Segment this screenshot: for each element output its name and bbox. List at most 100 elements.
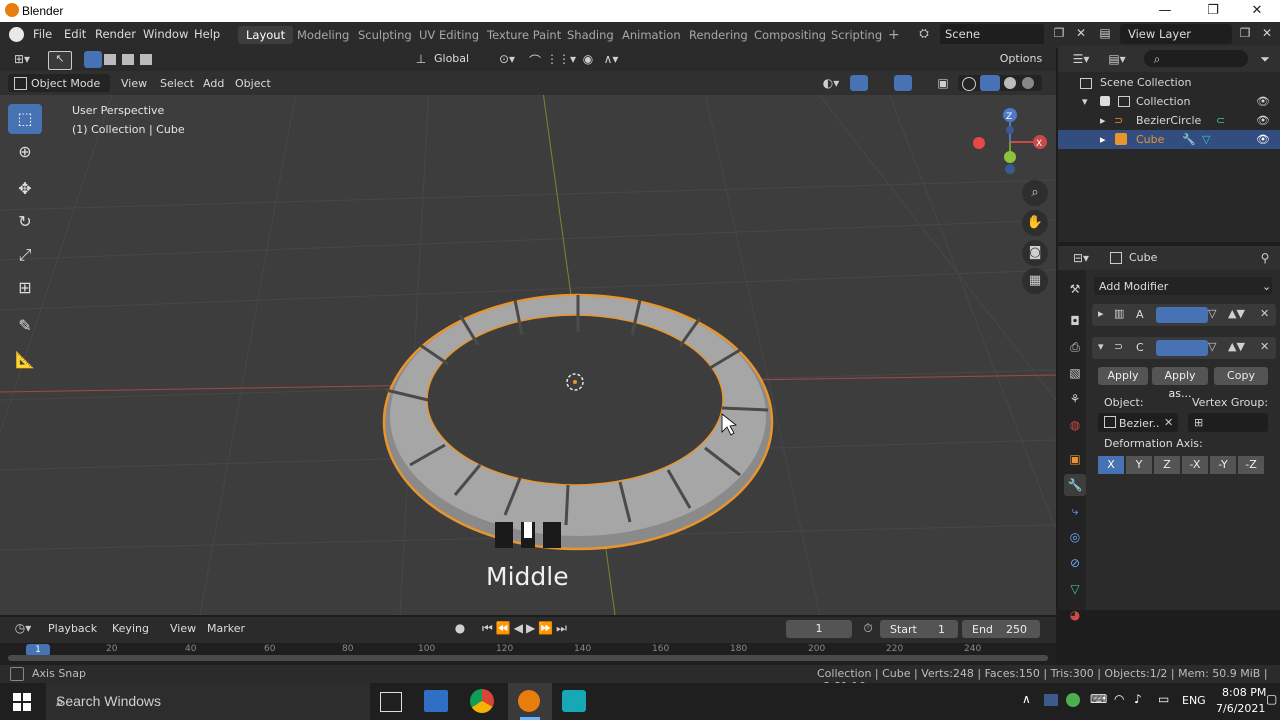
eye-icon[interactable]: 👁 [1256, 130, 1270, 149]
add-workspace-button[interactable]: + [880, 26, 908, 44]
select-extend-icon[interactable] [104, 54, 116, 65]
language-indicator[interactable]: ENG [1182, 694, 1206, 707]
menu-object[interactable]: Object [235, 77, 271, 90]
outliner-row-collection[interactable]: ▾ Collection 👁 [1058, 92, 1280, 111]
modifier-curve-header[interactable]: ▾ ⊃ C ▽ ▲▼ ✕ [1092, 337, 1276, 359]
visibility-icon[interactable]: ◐▾ [818, 76, 844, 90]
pan-hand-icon[interactable]: ✋ [1022, 210, 1048, 236]
zoom-icon[interactable]: ⌕ [1022, 180, 1048, 206]
tool-tab-icon[interactable]: ⚒ [1064, 278, 1086, 300]
select-tool-icon[interactable]: ↖ [48, 51, 72, 70]
remove-modifier-icon[interactable]: ✕ [1260, 340, 1269, 353]
wifi-icon[interactable]: ◠ [1114, 692, 1124, 706]
outliner-editor-icon[interactable]: ☰▾ [1068, 52, 1094, 66]
physics-tab-icon[interactable]: ◎ [1064, 526, 1086, 548]
select-subtract-icon[interactable] [122, 54, 134, 65]
pin-icon[interactable]: ⚲ [1258, 251, 1272, 265]
camera-view-icon[interactable]: ◙ [1022, 240, 1048, 266]
collapse-arrow-icon[interactable]: ▾ [1098, 340, 1104, 353]
3d-viewport[interactable]: Z X User Perspective (1) Collection | Cu… [0, 70, 1056, 615]
snap-target-icon[interactable]: ⋮⋮▾ [546, 52, 576, 66]
tab-animation[interactable]: Animation [614, 26, 689, 44]
object-tab-icon[interactable]: ▣ [1064, 448, 1086, 470]
apply-button[interactable]: Apply [1098, 367, 1148, 385]
render-tab-icon[interactable]: ◘ [1064, 310, 1086, 332]
orientation-dropdown[interactable]: Global [428, 50, 490, 68]
expand-arrow-icon[interactable]: ▸ [1098, 307, 1104, 320]
overlay-toggle-icon[interactable] [894, 75, 912, 91]
annotate-tool-icon[interactable]: ✎ [8, 311, 42, 341]
tray-status-icon[interactable] [1066, 693, 1080, 707]
move-up-icon[interactable]: ▲▼ [1228, 307, 1245, 320]
world-tab-icon[interactable]: ◍ [1064, 414, 1086, 436]
menu-view[interactable]: View [121, 77, 147, 90]
outliner-row-cube[interactable]: ▸ Cube 🔧 ▽ 👁 [1058, 130, 1280, 149]
navigation-gizmo[interactable]: Z X [973, 108, 1047, 174]
eye-icon[interactable]: 👁 [1256, 111, 1270, 130]
particles-tab-icon[interactable]: ⤷ [1064, 500, 1086, 522]
modifier-tab-icon[interactable]: 🔧 [1064, 474, 1086, 496]
editor-type-icon[interactable]: ⊞▾ [10, 52, 34, 66]
view-layer-tab-icon[interactable]: ▧ [1064, 362, 1086, 384]
timeline-editor-icon[interactable]: ◷▾ [10, 621, 36, 635]
filter-icon[interactable]: ⏷ [1256, 52, 1274, 67]
tray-app-icon[interactable] [1044, 694, 1058, 706]
modifier-visibility-toggles[interactable] [1156, 340, 1208, 356]
output-tab-icon[interactable]: ⎙ [1064, 336, 1086, 358]
tray-overflow-icon[interactable]: ∧ [1022, 692, 1031, 706]
options-dropdown[interactable]: Options [990, 50, 1052, 68]
tab-layout[interactable]: Layout [238, 26, 294, 44]
cage-icon[interactable]: ▽ [1208, 307, 1216, 320]
axis-neg-z-button[interactable]: -Z [1238, 456, 1264, 474]
outlook-app-icon[interactable] [424, 690, 448, 712]
stopwatch-icon[interactable]: ⏱ [860, 621, 876, 636]
material-shading-icon[interactable] [1004, 77, 1016, 89]
menu-timeline-view[interactable]: View [170, 622, 196, 635]
measure-tool-icon[interactable]: 📐 [8, 345, 42, 375]
outliner-row-scene-collection[interactable]: Scene Collection [1058, 73, 1280, 92]
scene-tab-icon[interactable]: ⚘ [1064, 388, 1086, 410]
ime-icon[interactable]: ⌨ [1090, 692, 1107, 706]
remove-modifier-icon[interactable]: ✕ [1260, 307, 1269, 320]
delete-scene-icon[interactable]: ✕ [1072, 26, 1090, 40]
axis-y-button[interactable]: Y [1126, 456, 1152, 474]
record-icon[interactable]: ● [452, 621, 468, 635]
axis-neg-x-button[interactable]: -X [1182, 456, 1208, 474]
delete-view-layer-icon[interactable]: ✕ [1258, 26, 1276, 40]
tab-modeling[interactable]: Modeling [289, 26, 357, 44]
copy-button[interactable]: Copy [1214, 367, 1268, 385]
chrome-app-icon[interactable] [470, 689, 494, 713]
transform-tool-icon[interactable]: ⊞ [8, 273, 42, 303]
material-tab-icon[interactable]: ◕ [1064, 604, 1086, 626]
modifier-array-header[interactable]: ▸ ▥ A ▽ ▲▼ ✕ [1092, 304, 1276, 326]
menu-render[interactable]: Render [95, 27, 136, 41]
new-view-layer-icon[interactable]: ❐ [1236, 26, 1254, 40]
select-new-icon[interactable] [84, 51, 102, 68]
expand-arrow-icon[interactable]: ▸ [1100, 130, 1106, 149]
modifier-visibility-toggles[interactable] [1156, 307, 1208, 323]
menu-add[interactable]: Add [203, 77, 224, 90]
xray-toggle-icon[interactable]: ▣ [934, 76, 952, 90]
menu-select[interactable]: Select [160, 77, 194, 90]
axis-x-button[interactable]: X [1098, 456, 1124, 474]
tab-compositing[interactable]: Compositing [746, 26, 834, 44]
restore-button[interactable]: ❐ [1190, 0, 1236, 22]
windows-start-icon[interactable] [13, 693, 31, 711]
scale-tool-icon[interactable]: ⤢ [8, 240, 42, 270]
proportional-editing-icon[interactable]: ◉ [580, 52, 596, 66]
solid-shading-icon[interactable] [980, 75, 1000, 91]
screen-recorder-app-icon[interactable] [562, 690, 586, 712]
tab-uv-editing[interactable]: UV Editing [411, 26, 487, 44]
checkbox-icon[interactable] [1100, 96, 1110, 106]
apply-as-button[interactable]: Apply as... [1152, 367, 1208, 400]
expand-arrow-icon[interactable]: ▸ [1100, 111, 1106, 130]
select-box-tool-icon[interactable]: ⬚ [8, 104, 42, 134]
selection-mode-buttons[interactable] [84, 51, 172, 68]
properties-editor-icon[interactable]: ⊟▾ [1068, 251, 1094, 265]
minimize-button[interactable]: — [1142, 0, 1188, 22]
menu-playback[interactable]: Playback [48, 622, 97, 635]
view-layer-icon[interactable]: ▤ [1096, 26, 1114, 40]
task-view-icon[interactable] [380, 692, 402, 712]
cursor-tool-icon[interactable]: ⊕ [8, 137, 42, 167]
cube-ring-mesh[interactable] [382, 293, 774, 551]
